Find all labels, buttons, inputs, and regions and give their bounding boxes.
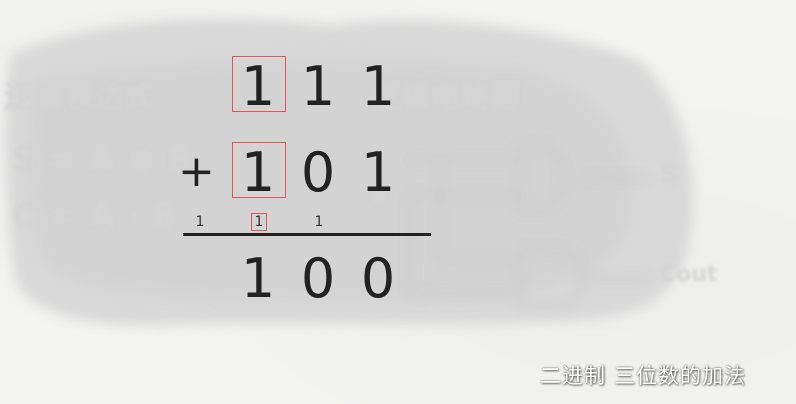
highlight-box-operand-a	[232, 56, 286, 112]
plus-sign: +	[178, 146, 215, 197]
carry-digit-right: 1	[314, 214, 324, 230]
carry-digit-left: 1	[195, 214, 205, 230]
operand-a-digit-ones: 1	[360, 55, 396, 118]
result-digit-hundreds: 1	[240, 247, 276, 310]
operand-b-digit-tens: 0	[300, 141, 336, 204]
highlight-box-operand-b	[232, 142, 286, 198]
faint-formula-s: S = A ⊕ B	[12, 140, 194, 180]
result-digit-ones: 0	[360, 247, 396, 310]
operand-a-digit-tens: 1	[300, 55, 336, 118]
faint-label-s: S	[660, 160, 679, 190]
faint-formula-c: C = A · B	[12, 196, 178, 236]
operand-b-digit-ones: 1	[360, 141, 396, 204]
faint-heading-left: 逻辑表达式	[4, 80, 154, 115]
subtitle-caption: 二进制 三位数的加法	[540, 360, 754, 390]
caption-part-2: 三位数的加法	[614, 364, 746, 388]
faint-label-cout: Cout	[660, 262, 718, 287]
result-digit-tens: 0	[300, 247, 336, 310]
highlight-box-carry	[251, 213, 267, 231]
caption-part-1: 二进制	[540, 364, 606, 388]
sum-line	[183, 233, 431, 236]
